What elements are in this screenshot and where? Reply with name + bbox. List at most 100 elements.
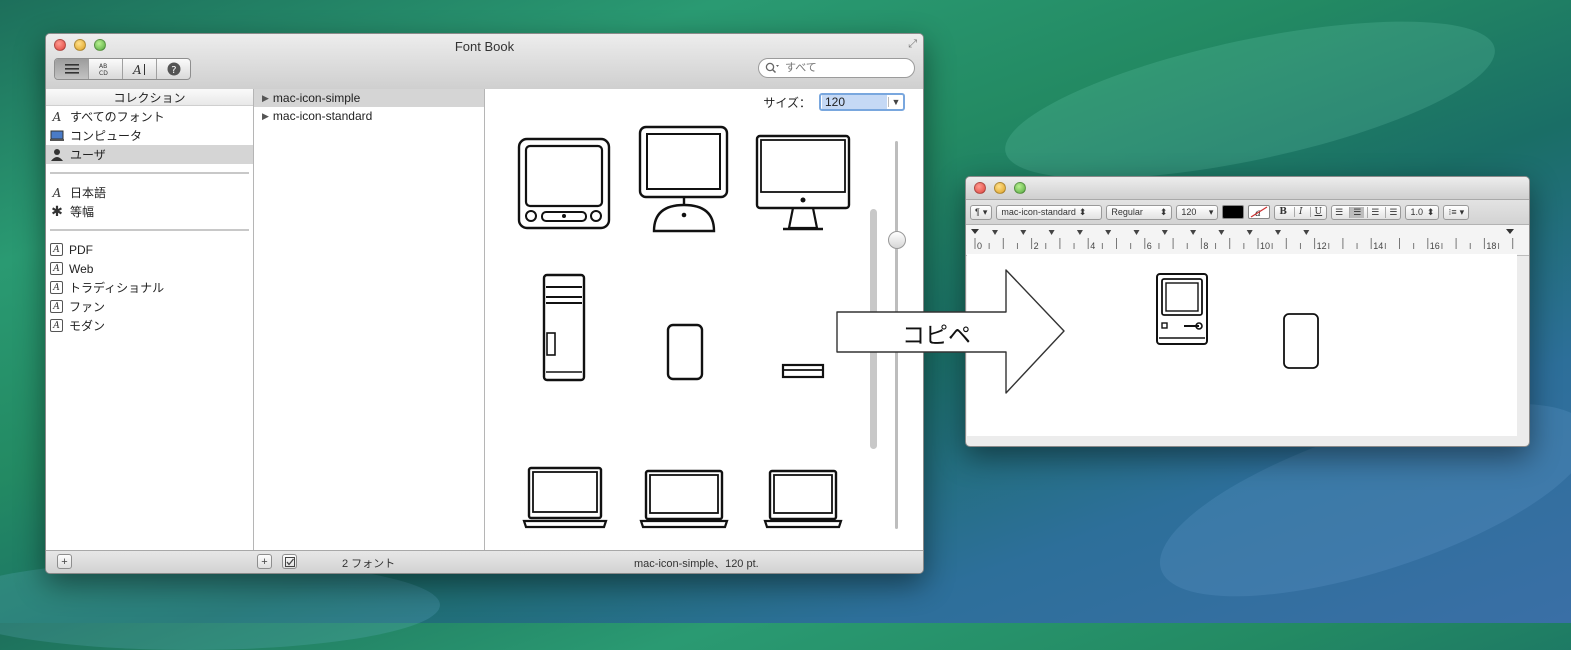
info-view-button[interactable]: ? [157,59,190,79]
window-controls [974,182,1026,194]
tab-stop-marker[interactable] [992,230,998,235]
glyph-classic-macintosh [1155,272,1209,351]
ruler-ticks [971,229,1514,249]
no-highlight-icon: a [1251,206,1268,218]
search-icon [765,62,779,74]
collection-web[interactable]: A Web [46,259,253,278]
sample-view-button[interactable]: AB CD [89,59,123,79]
tab-stop-marker[interactable] [1133,230,1140,235]
minimize-button[interactable] [994,182,1006,194]
align-center-icon[interactable]: ☰ [1349,206,1365,218]
font-family-item[interactable]: ▶ mac-icon-standard [254,107,484,125]
abcd-icon: ABCD [99,63,108,76]
font-count: 2 フォント [342,558,396,570]
collection-traditional[interactable]: A トラディショナル [46,278,253,297]
ruler-label: 18 [1486,241,1497,251]
align-right-icon[interactable]: ☰ [1367,206,1382,218]
close-button[interactable] [974,182,986,194]
size-control: サイズ： 120 ▼ [763,93,905,111]
computer-icon [50,129,64,143]
tab-stop-marker[interactable] [1048,230,1055,235]
collection-modern[interactable]: A モダン [46,316,253,335]
search-field[interactable] [758,58,915,78]
ruler[interactable]: 0 2 4 6 8 10 12 14 16 18 [966,225,1529,256]
glyph-macbook-air [763,469,843,532]
disclosure-triangle-icon[interactable]: ▶ [262,93,269,104]
collection-icon: A [50,319,63,332]
list-style-popup[interactable]: ⁝≡ ▾ [1443,204,1470,220]
svg-text:CD: CD [99,70,108,76]
bullet-list-icon: ⁝≡ [1448,206,1457,217]
ruler-label: 6 [1146,241,1152,251]
repertoire-view-button[interactable]: A [123,59,157,79]
collections-header: コレクション [46,89,253,106]
add-collection-button[interactable]: + [57,554,72,569]
collection-icon: A [50,281,63,294]
italic-button[interactable]: I [1293,207,1307,217]
chevron-down-icon[interactable]: ▼ [888,97,903,107]
collection-computer[interactable]: コンピュータ [46,126,253,145]
stepper-icon: ⬍ [1159,206,1168,217]
ruler-label: 2 [1033,241,1039,251]
size-label: サイズ： [763,95,811,110]
add-font-button[interactable]: + [257,554,272,569]
collections-sidebar: コレクション A すべてのフォント コンピュータ ユーザ A 日本語 ✱ 等幅 … [46,89,254,551]
help-icon: ? [167,62,180,76]
enable-font-button[interactable] [282,554,297,569]
bold-button[interactable]: B [1275,207,1291,217]
tab-stop-marker[interactable] [1105,230,1112,235]
tab-stop-marker[interactable] [1303,230,1310,235]
chevron-down-icon: ▾ [1459,206,1465,217]
font-size-combobox[interactable]: 120 ▾ [1176,204,1219,220]
line-spacing-popup[interactable]: 1.0 ⬍ [1405,204,1440,220]
align-left-icon[interactable]: ☰ [1332,207,1346,218]
font-family-item[interactable]: ▶ mac-icon-simple [254,89,484,107]
font-family-list: ▶ mac-icon-simple ▶ mac-icon-standard [254,89,485,551]
font-icon: A [52,185,62,200]
search-input[interactable] [783,61,907,75]
paragraph-style-popup[interactable]: ¶ ▾ [970,204,993,220]
tab-stop-marker[interactable] [1190,230,1197,235]
tab-stop-marker[interactable] [1246,230,1253,235]
font-icon: A [52,109,62,124]
tab-stop-marker[interactable] [1161,230,1168,235]
ruler-label: 4 [1090,241,1096,251]
collection-fun[interactable]: A ファン [46,297,253,316]
size-combobox[interactable]: 120 ▼ [819,93,905,111]
svg-text:AB: AB [99,63,107,70]
glyph-imac-aluminum [755,134,851,235]
collection-monospace[interactable]: ✱ 等幅 [46,202,253,221]
size-slider-knob[interactable] [888,231,906,249]
ruler-label: 8 [1203,241,1209,251]
align-justify-icon[interactable]: ☰ [1385,206,1400,218]
collection-user[interactable]: ユーザ [46,145,253,164]
highlight-color-well[interactable]: a [1248,205,1271,219]
collection-japanese[interactable]: A 日本語 [46,183,253,202]
glyph-mac-pro [542,273,586,386]
disclosure-triangle-icon[interactable]: ▶ [262,111,269,122]
collection-icon: A [50,262,63,275]
alignment-segmented-control: ☰ ☰ ☰ ☰ [1331,204,1402,220]
section-divider [50,229,249,231]
collection-all-fonts[interactable]: A すべてのフォント [46,107,253,126]
underline-button[interactable]: U [1309,207,1327,217]
chevron-down-icon: ▾ [1208,206,1214,217]
font-family-popup[interactable]: mac-icon-standard ⬍ [996,204,1103,220]
tab-stop-marker[interactable] [1076,230,1083,235]
selection-info: mac-icon-simple、120 pt. [634,558,759,570]
list-view-button[interactable] [55,59,89,79]
tab-stop-marker[interactable] [1218,230,1225,235]
fullscreen-icon[interactable]: ⤢ [908,38,917,51]
size-value[interactable]: 120 [822,95,887,109]
right-indent-marker[interactable] [1506,229,1514,234]
left-indent-marker[interactable] [971,229,979,234]
collection-icon: A [50,300,63,313]
zoom-button[interactable] [1014,182,1026,194]
checkbox-icon [284,556,295,567]
tab-stop-marker[interactable] [1275,230,1281,235]
text-color-well[interactable] [1222,205,1245,219]
collection-pdf[interactable]: A PDF [46,240,253,259]
tab-stop-marker[interactable] [1020,230,1027,235]
window-title: Font Book [454,39,515,54]
font-style-popup[interactable]: Regular ⬍ [1106,204,1173,220]
